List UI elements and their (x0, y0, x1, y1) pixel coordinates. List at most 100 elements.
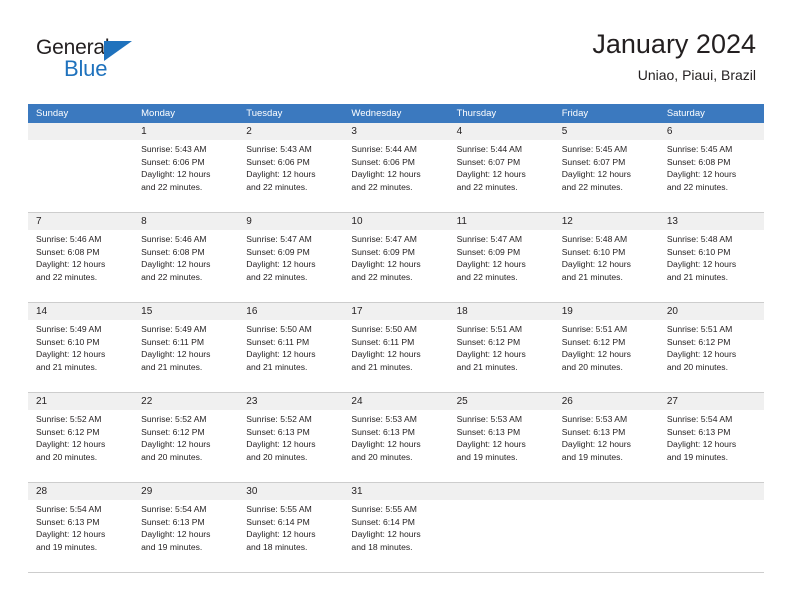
day-number[interactable]: 31 (343, 483, 448, 500)
day-cell[interactable]: Sunrise: 5:53 AM Sunset: 6:13 PM Daylight:… (343, 410, 448, 482)
sunset-text: Sunset: 6:12 PM (36, 426, 100, 437)
day-number[interactable]: 10 (343, 213, 448, 230)
day-cell[interactable]: Sunrise: 5:52 AM Sunset: 6:13 PM Daylight:… (238, 410, 343, 482)
day-number[interactable]: 30 (238, 483, 343, 500)
day-detail-band: Sunrise: 5:52 AM Sunset: 6:12 PM Daylight:… (28, 410, 764, 482)
sunset-text: Sunset: 6:07 PM (561, 156, 626, 167)
day-cell[interactable]: Sunrise: 5:47 AM Sunset: 6:09 PM Daylight:… (238, 230, 343, 302)
day-number[interactable]: 24 (343, 393, 448, 410)
daylight-text: Daylight: 12 hours (666, 439, 737, 450)
day-cell[interactable]: Sunrise: 5:54 AM Sunset: 6:13 PM Daylight:… (133, 500, 238, 572)
day-number[interactable]: 28 (28, 483, 133, 500)
day-cell[interactable]: Sunrise: 5:50 AM Sunset: 6:11 PM Daylight:… (343, 320, 448, 392)
calendar-week-row: 1 2 3 4 5 6 Sunrise: 5:43 AM Sunset: 6:06 PM Day… (28, 123, 764, 213)
day-cell[interactable]: Sunrise: 5:51 AM Sunset: 6:12 PM Daylight:… (659, 320, 764, 392)
day-cell[interactable]: Sunrise: 5:47 AM Sunset: 6:09 PM Daylight:… (449, 230, 554, 302)
day-number[interactable]: 11 (449, 213, 554, 230)
day-number-empty (554, 483, 659, 500)
day-number[interactable]: 7 (28, 213, 133, 230)
sunrise-text: Sunrise: 5:47 AM (351, 234, 417, 244)
day-number[interactable]: 14 (28, 303, 133, 320)
day-number-empty (28, 123, 133, 140)
day-cell[interactable]: Sunrise: 5:52 AM Sunset: 6:12 PM Daylight:… (133, 410, 238, 482)
sunset-text: Sunset: 6:10 PM (561, 246, 626, 257)
day-cell[interactable]: Sunrise: 5:53 AM Sunset: 6:13 PM Daylight:… (554, 410, 659, 482)
sunset-text: Sunset: 6:09 PM (246, 246, 310, 257)
page-subtitle: Uniao, Piaui, Brazil (637, 67, 756, 83)
daylight-text-cont: and 20 minutes. (246, 451, 308, 462)
logo-text-blue: Blue (64, 56, 108, 81)
daylight-text: Daylight: 12 hours (666, 169, 737, 180)
day-cell[interactable]: Sunrise: 5:48 AM Sunset: 6:10 PM Daylight:… (659, 230, 764, 302)
day-cell[interactable]: Sunrise: 5:53 AM Sunset: 6:13 PM Daylight:… (449, 410, 554, 482)
daylight-text-cont: and 22 minutes. (456, 271, 518, 282)
generalblue-logo[interactable]: General Blue (36, 36, 166, 84)
day-number[interactable]: 3 (343, 123, 448, 140)
day-cell[interactable]: Sunrise: 5:55 AM Sunset: 6:14 PM Daylight:… (343, 500, 448, 572)
day-cell[interactable]: Sunrise: 5:47 AM Sunset: 6:09 PM Daylight:… (343, 230, 448, 302)
day-cell[interactable]: Sunrise: 5:49 AM Sunset: 6:11 PM Daylight:… (133, 320, 238, 392)
daylight-text-cont: and 22 minutes. (36, 271, 98, 282)
day-number[interactable]: 20 (659, 303, 764, 320)
day-number[interactable]: 26 (554, 393, 659, 410)
day-cell[interactable]: Sunrise: 5:54 AM Sunset: 6:13 PM Daylight:… (28, 500, 133, 572)
sunset-text: Sunset: 6:13 PM (456, 426, 521, 437)
day-cell-empty (659, 500, 764, 572)
day-of-week-header-thursday: Thursday (456, 108, 497, 119)
day-number[interactable]: 17 (343, 303, 448, 320)
daylight-text-cont: and 20 minutes. (141, 451, 203, 462)
day-number[interactable]: 22 (133, 393, 238, 410)
day-number[interactable]: 2 (238, 123, 343, 140)
day-cell[interactable]: Sunrise: 5:45 AM Sunset: 6:07 PM Daylight:… (554, 140, 659, 212)
day-cell[interactable]: Sunrise: 5:49 AM Sunset: 6:10 PM Daylight:… (28, 320, 133, 392)
daylight-text-cont: and 20 minutes. (351, 451, 413, 462)
day-number[interactable]: 12 (554, 213, 659, 230)
day-cell[interactable]: Sunrise: 5:43 AM Sunset: 6:06 PM Daylight:… (238, 140, 343, 212)
sunset-text: Sunset: 6:13 PM (666, 426, 731, 437)
day-number[interactable]: 13 (659, 213, 764, 230)
day-cell-empty (554, 500, 659, 572)
sunrise-text: Sunrise: 5:50 AM (351, 324, 417, 334)
sunset-text: Sunset: 6:12 PM (456, 336, 521, 347)
daylight-text-cont: and 21 minutes. (666, 271, 728, 282)
day-number[interactable]: 15 (133, 303, 238, 320)
day-number[interactable]: 1 (133, 123, 238, 140)
sunset-text: Sunset: 6:14 PM (351, 516, 415, 527)
day-cell[interactable]: Sunrise: 5:44 AM Sunset: 6:07 PM Daylight:… (449, 140, 554, 212)
daylight-text: Daylight: 12 hours (351, 439, 421, 450)
day-cell[interactable]: Sunrise: 5:51 AM Sunset: 6:12 PM Daylight:… (554, 320, 659, 392)
daylight-text: Daylight: 12 hours (456, 169, 526, 180)
day-cell[interactable]: Sunrise: 5:43 AM Sunset: 6:06 PM Daylight:… (133, 140, 238, 212)
day-number[interactable]: 16 (238, 303, 343, 320)
day-cell[interactable]: Sunrise: 5:48 AM Sunset: 6:10 PM Daylight:… (554, 230, 659, 302)
day-cell[interactable]: Sunrise: 5:50 AM Sunset: 6:11 PM Daylight:… (238, 320, 343, 392)
day-number[interactable]: 27 (659, 393, 764, 410)
daylight-text: Daylight: 12 hours (141, 169, 211, 180)
day-cell[interactable]: Sunrise: 5:52 AM Sunset: 6:12 PM Daylight:… (28, 410, 133, 482)
day-number[interactable]: 23 (238, 393, 343, 410)
day-number[interactable]: 6 (659, 123, 764, 140)
day-cell[interactable]: Sunrise: 5:46 AM Sunset: 6:08 PM Daylight:… (133, 230, 238, 302)
day-number[interactable]: 18 (449, 303, 554, 320)
daylight-text: Daylight: 12 hours (246, 259, 316, 270)
day-number[interactable]: 25 (449, 393, 554, 410)
sunrise-text: Sunrise: 5:55 AM (246, 504, 312, 514)
day-cell[interactable]: Sunrise: 5:55 AM Sunset: 6:14 PM Daylight:… (238, 500, 343, 572)
day-cell[interactable]: Sunrise: 5:44 AM Sunset: 6:06 PM Daylight:… (343, 140, 448, 212)
day-cell[interactable]: Sunrise: 5:46 AM Sunset: 6:08 PM Daylight:… (28, 230, 133, 302)
day-number[interactable]: 19 (554, 303, 659, 320)
daylight-text-cont: and 19 minutes. (36, 541, 98, 552)
day-number[interactable]: 5 (554, 123, 659, 140)
day-number[interactable]: 8 (133, 213, 238, 230)
day-number[interactable]: 29 (133, 483, 238, 500)
day-number[interactable]: 4 (449, 123, 554, 140)
day-number[interactable]: 21 (28, 393, 133, 410)
day-number-band: 21 22 23 24 25 26 27 (28, 393, 764, 410)
daylight-text: Daylight: 12 hours (141, 259, 211, 270)
day-number[interactable]: 9 (238, 213, 343, 230)
day-cell[interactable]: Sunrise: 5:45 AM Sunset: 6:08 PM Daylight:… (659, 140, 764, 212)
day-cell[interactable]: Sunrise: 5:51 AM Sunset: 6:12 PM Daylight:… (449, 320, 554, 392)
sunrise-text: Sunrise: 5:54 AM (141, 504, 207, 514)
day-cell[interactable]: Sunrise: 5:54 AM Sunset: 6:13 PM Daylight:… (659, 410, 764, 482)
daylight-text-cont: and 22 minutes. (141, 271, 203, 282)
